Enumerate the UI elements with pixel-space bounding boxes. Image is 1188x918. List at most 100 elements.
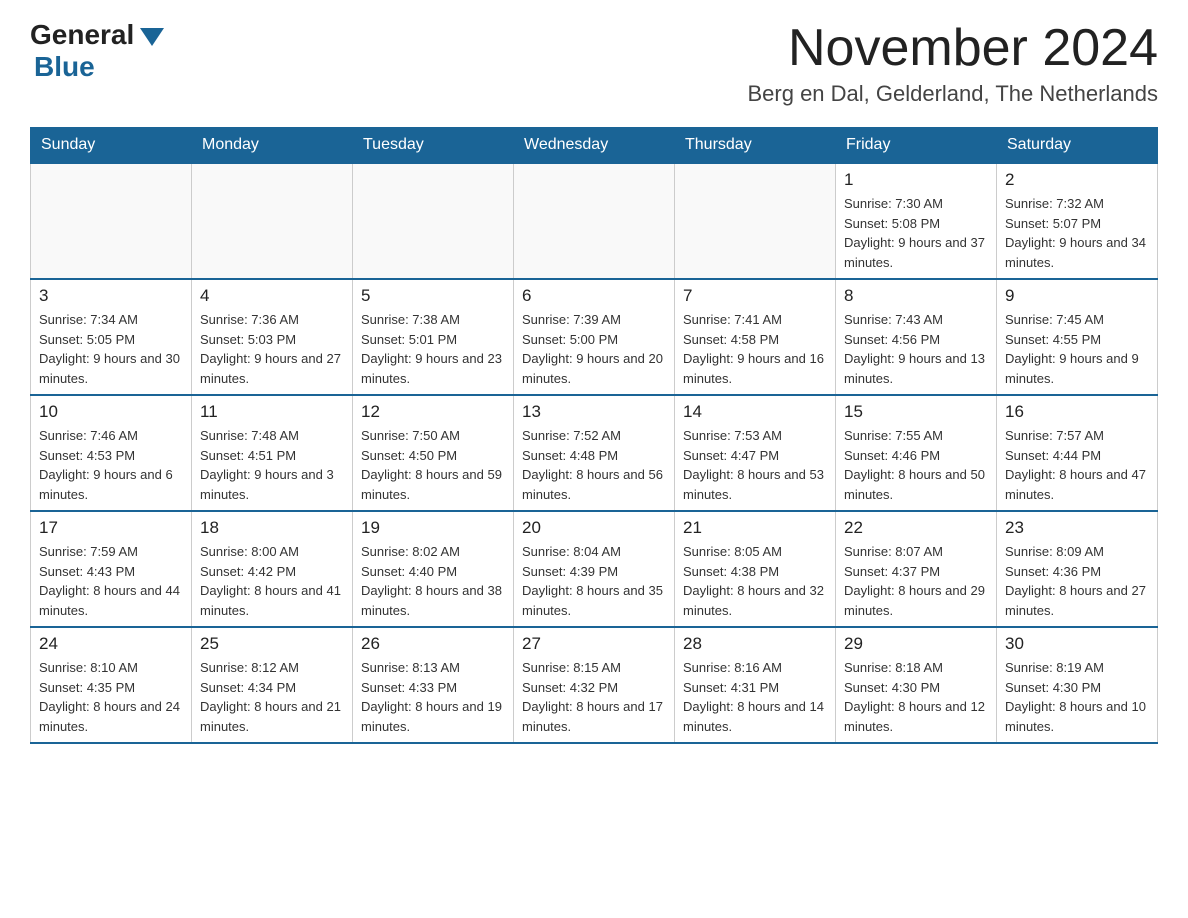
day-info: Sunrise: 8:15 AM Sunset: 4:32 PM Dayligh… bbox=[522, 658, 666, 736]
page-header: General Blue November 2024 Berg en Dal, … bbox=[30, 20, 1158, 107]
calendar-header-saturday: Saturday bbox=[997, 128, 1158, 164]
day-info: Sunrise: 7:55 AM Sunset: 4:46 PM Dayligh… bbox=[844, 426, 988, 504]
calendar-cell bbox=[675, 163, 836, 279]
day-info: Sunrise: 7:52 AM Sunset: 4:48 PM Dayligh… bbox=[522, 426, 666, 504]
calendar-cell: 27Sunrise: 8:15 AM Sunset: 4:32 PM Dayli… bbox=[514, 627, 675, 743]
day-number: 19 bbox=[361, 518, 505, 538]
calendar-cell: 25 Sunrise: 8:12 AM Sunset: 4:34 PM Dayli… bbox=[192, 627, 353, 743]
day-number: 5 bbox=[361, 286, 505, 306]
logo-triangle-icon bbox=[140, 28, 164, 46]
calendar-cell: 22Sunrise: 8:07 AM Sunset: 4:37 PM Dayli… bbox=[836, 511, 997, 627]
calendar-week-3: 10 Sunrise: 7:46 AM Sunset: 4:53 PM Dayli… bbox=[31, 395, 1158, 511]
calendar-cell bbox=[514, 163, 675, 279]
calendar-cell: 19 Sunrise: 8:02 AM Sunset: 4:40 PM Dayli… bbox=[353, 511, 514, 627]
day-number: 12 bbox=[361, 402, 505, 422]
day-number: 2 bbox=[1005, 170, 1149, 190]
day-info: Sunrise: 7:45 AM Sunset: 4:55 PM Dayligh… bbox=[1005, 310, 1149, 388]
day-number: 8 bbox=[844, 286, 988, 306]
day-number: 23 bbox=[1005, 518, 1149, 538]
calendar-cell: 4 Sunrise: 7:36 AM Sunset: 5:03 PM Daylig… bbox=[192, 279, 353, 395]
day-info: Sunrise: 8:18 AM Sunset: 4:30 PM Dayligh… bbox=[844, 658, 988, 736]
calendar-week-5: 24 Sunrise: 8:10 AM Sunset: 4:35 PM Dayli… bbox=[31, 627, 1158, 743]
calendar-week-4: 17 Sunrise: 7:59 AM Sunset: 4:43 PM Dayli… bbox=[31, 511, 1158, 627]
day-info: Sunrise: 8:13 AM Sunset: 4:33 PM Dayligh… bbox=[361, 658, 505, 736]
calendar-cell: 24 Sunrise: 8:10 AM Sunset: 4:35 PM Dayli… bbox=[31, 627, 192, 743]
day-info: Sunrise: 7:41 AM Sunset: 4:58 PM Dayligh… bbox=[683, 310, 827, 388]
day-number: 3 bbox=[39, 286, 183, 306]
calendar-cell: 5 Sunrise: 7:38 AM Sunset: 5:01 PM Daylig… bbox=[353, 279, 514, 395]
day-info: Sunrise: 7:53 AM Sunset: 4:47 PM Dayligh… bbox=[683, 426, 827, 504]
title-section: November 2024 Berg en Dal, Gelderland, T… bbox=[747, 20, 1158, 107]
calendar-cell: 20Sunrise: 8:04 AM Sunset: 4:39 PM Dayli… bbox=[514, 511, 675, 627]
calendar-cell: 26 Sunrise: 8:13 AM Sunset: 4:33 PM Dayli… bbox=[353, 627, 514, 743]
day-info: Sunrise: 8:19 AM Sunset: 4:30 PM Dayligh… bbox=[1005, 658, 1149, 736]
calendar-header-monday: Monday bbox=[192, 128, 353, 164]
calendar-cell: 28Sunrise: 8:16 AM Sunset: 4:31 PM Dayli… bbox=[675, 627, 836, 743]
day-number: 30 bbox=[1005, 634, 1149, 654]
day-info: Sunrise: 7:43 AM Sunset: 4:56 PM Dayligh… bbox=[844, 310, 988, 388]
day-info: Sunrise: 8:00 AM Sunset: 4:42 PM Dayligh… bbox=[200, 542, 344, 620]
day-info: Sunrise: 7:50 AM Sunset: 4:50 PM Dayligh… bbox=[361, 426, 505, 504]
calendar-cell: 3 Sunrise: 7:34 AM Sunset: 5:05 PM Daylig… bbox=[31, 279, 192, 395]
calendar-cell bbox=[192, 163, 353, 279]
day-number: 6 bbox=[522, 286, 666, 306]
day-info: Sunrise: 7:36 AM Sunset: 5:03 PM Dayligh… bbox=[200, 310, 344, 388]
calendar-cell bbox=[353, 163, 514, 279]
day-number: 9 bbox=[1005, 286, 1149, 306]
day-info: Sunrise: 7:32 AM Sunset: 5:07 PM Dayligh… bbox=[1005, 194, 1149, 272]
logo: General Blue bbox=[30, 20, 164, 83]
day-info: Sunrise: 8:16 AM Sunset: 4:31 PM Dayligh… bbox=[683, 658, 827, 736]
day-info: Sunrise: 7:46 AM Sunset: 4:53 PM Dayligh… bbox=[39, 426, 183, 504]
calendar-cell: 12 Sunrise: 7:50 AM Sunset: 4:50 PM Dayli… bbox=[353, 395, 514, 511]
day-number: 26 bbox=[361, 634, 505, 654]
day-number: 4 bbox=[200, 286, 344, 306]
day-info: Sunrise: 8:10 AM Sunset: 4:35 PM Dayligh… bbox=[39, 658, 183, 736]
day-info: Sunrise: 7:30 AM Sunset: 5:08 PM Dayligh… bbox=[844, 194, 988, 272]
day-number: 13 bbox=[522, 402, 666, 422]
calendar-cell: 16Sunrise: 7:57 AM Sunset: 4:44 PM Dayli… bbox=[997, 395, 1158, 511]
calendar-week-2: 3 Sunrise: 7:34 AM Sunset: 5:05 PM Daylig… bbox=[31, 279, 1158, 395]
day-info: Sunrise: 7:39 AM Sunset: 5:00 PM Dayligh… bbox=[522, 310, 666, 388]
calendar-header-wednesday: Wednesday bbox=[514, 128, 675, 164]
calendar-header-friday: Friday bbox=[836, 128, 997, 164]
day-number: 25 bbox=[200, 634, 344, 654]
calendar-cell: 10 Sunrise: 7:46 AM Sunset: 4:53 PM Dayli… bbox=[31, 395, 192, 511]
calendar-header-row: SundayMondayTuesdayWednesdayThursdayFrid… bbox=[31, 128, 1158, 164]
day-number: 10 bbox=[39, 402, 183, 422]
day-info: Sunrise: 7:38 AM Sunset: 5:01 PM Dayligh… bbox=[361, 310, 505, 388]
day-number: 11 bbox=[200, 402, 344, 422]
day-info: Sunrise: 8:07 AM Sunset: 4:37 PM Dayligh… bbox=[844, 542, 988, 620]
day-info: Sunrise: 8:02 AM Sunset: 4:40 PM Dayligh… bbox=[361, 542, 505, 620]
calendar-cell bbox=[31, 163, 192, 279]
day-number: 24 bbox=[39, 634, 183, 654]
day-info: Sunrise: 7:57 AM Sunset: 4:44 PM Dayligh… bbox=[1005, 426, 1149, 504]
day-info: Sunrise: 7:34 AM Sunset: 5:05 PM Dayligh… bbox=[39, 310, 183, 388]
calendar-cell: 14 Sunrise: 7:53 AM Sunset: 4:47 PM Dayli… bbox=[675, 395, 836, 511]
day-number: 29 bbox=[844, 634, 988, 654]
calendar-cell: 7Sunrise: 7:41 AM Sunset: 4:58 PM Daylig… bbox=[675, 279, 836, 395]
calendar-cell: 13 Sunrise: 7:52 AM Sunset: 4:48 PM Dayli… bbox=[514, 395, 675, 511]
calendar-cell: 29 Sunrise: 8:18 AM Sunset: 4:30 PM Dayli… bbox=[836, 627, 997, 743]
logo-blue-text: Blue bbox=[34, 51, 95, 83]
calendar-cell: 18 Sunrise: 8:00 AM Sunset: 4:42 PM Dayli… bbox=[192, 511, 353, 627]
day-info: Sunrise: 8:12 AM Sunset: 4:34 PM Dayligh… bbox=[200, 658, 344, 736]
calendar-cell: 30 Sunrise: 8:19 AM Sunset: 4:30 PM Dayli… bbox=[997, 627, 1158, 743]
day-info: Sunrise: 7:48 AM Sunset: 4:51 PM Dayligh… bbox=[200, 426, 344, 504]
logo-general-text: General bbox=[30, 20, 134, 51]
calendar-cell: 17 Sunrise: 7:59 AM Sunset: 4:43 PM Dayli… bbox=[31, 511, 192, 627]
day-number: 17 bbox=[39, 518, 183, 538]
calendar-cell: 9 Sunrise: 7:45 AM Sunset: 4:55 PM Daylig… bbox=[997, 279, 1158, 395]
calendar-table: SundayMondayTuesdayWednesdayThursdayFrid… bbox=[30, 127, 1158, 744]
day-info: Sunrise: 8:04 AM Sunset: 4:39 PM Dayligh… bbox=[522, 542, 666, 620]
month-title: November 2024 bbox=[747, 20, 1158, 77]
calendar-cell: 8 Sunrise: 7:43 AM Sunset: 4:56 PM Daylig… bbox=[836, 279, 997, 395]
calendar-cell: 15Sunrise: 7:55 AM Sunset: 4:46 PM Dayli… bbox=[836, 395, 997, 511]
calendar-week-1: 1Sunrise: 7:30 AM Sunset: 5:08 PM Daylig… bbox=[31, 163, 1158, 279]
calendar-cell: 21Sunrise: 8:05 AM Sunset: 4:38 PM Dayli… bbox=[675, 511, 836, 627]
day-number: 18 bbox=[200, 518, 344, 538]
day-info: Sunrise: 8:05 AM Sunset: 4:38 PM Dayligh… bbox=[683, 542, 827, 620]
calendar-header-tuesday: Tuesday bbox=[353, 128, 514, 164]
day-info: Sunrise: 7:59 AM Sunset: 4:43 PM Dayligh… bbox=[39, 542, 183, 620]
day-number: 14 bbox=[683, 402, 827, 422]
calendar-cell: 1Sunrise: 7:30 AM Sunset: 5:08 PM Daylig… bbox=[836, 163, 997, 279]
